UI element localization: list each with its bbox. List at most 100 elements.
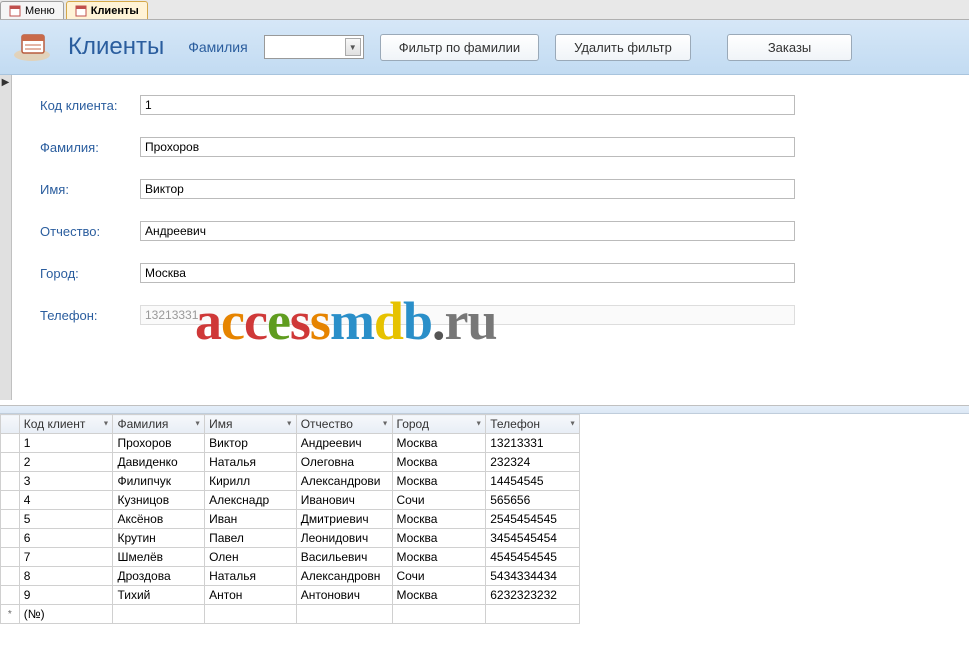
cell-name[interactable]: Антон	[205, 586, 297, 605]
cell-surname[interactable]: Крутин	[113, 529, 205, 548]
cell-patronymic[interactable]: Олеговна	[296, 453, 392, 472]
cell-surname[interactable]: Аксёнов	[113, 510, 205, 529]
cell-phone[interactable]: 14454545	[486, 472, 580, 491]
row-selector[interactable]	[1, 529, 20, 548]
chevron-down-icon: ▼	[286, 421, 293, 428]
cell-name[interactable]: Виктор	[205, 434, 297, 453]
surname-combo[interactable]: ▼	[264, 35, 364, 59]
cell-id[interactable]: 8	[19, 567, 113, 586]
id-field[interactable]	[140, 95, 795, 115]
cell-city[interactable]: Москва	[392, 434, 486, 453]
table-row[interactable]: 9ТихийАнтонАнтоновичМосква6232323232	[1, 586, 580, 605]
cell-patronymic[interactable]: Александровн	[296, 567, 392, 586]
cell-id[interactable]: 7	[19, 548, 113, 567]
cell-id[interactable]: 3	[19, 472, 113, 491]
cell-city[interactable]: Сочи	[392, 567, 486, 586]
name-field[interactable]	[140, 179, 795, 199]
cell-name[interactable]: Павел	[205, 529, 297, 548]
patronymic-field[interactable]	[140, 221, 795, 241]
cell-city[interactable]: Москва	[392, 472, 486, 491]
table-row[interactable]: 7ШмелёвОленВасильевичМосква4545454545	[1, 548, 580, 567]
datasheet-splitter[interactable]	[0, 406, 969, 414]
cell-patronymic[interactable]: Дмитриевич	[296, 510, 392, 529]
table-row[interactable]: 4КузницовАлекснадрИвановичСочи565656	[1, 491, 580, 510]
cell-id[interactable]: 6	[19, 529, 113, 548]
label-phone: Телефон:	[40, 308, 140, 323]
cell-id[interactable]: 4	[19, 491, 113, 510]
col-header-patronymic[interactable]: Отчество▼	[296, 415, 392, 434]
cell-id[interactable]: (№)	[19, 605, 113, 624]
cell-patronymic[interactable]: Андреевич	[296, 434, 392, 453]
new-row[interactable]: *(№)	[1, 605, 580, 624]
row-selector[interactable]	[1, 510, 20, 529]
cell-surname[interactable]: Шмелёв	[113, 548, 205, 567]
cell-city[interactable]: Москва	[392, 529, 486, 548]
col-header-id[interactable]: Код клиент▼	[19, 415, 113, 434]
cell-id[interactable]: 2	[19, 453, 113, 472]
cell-patronymic[interactable]: Иванович	[296, 491, 392, 510]
row-selector[interactable]	[1, 491, 20, 510]
select-all-cell[interactable]	[1, 415, 20, 434]
cell-city[interactable]: Сочи	[392, 491, 486, 510]
table-row[interactable]: 8ДроздоваНатальяАлександровнСочи54343344…	[1, 567, 580, 586]
cell-phone[interactable]: 232324	[486, 453, 580, 472]
row-selector[interactable]	[1, 567, 20, 586]
row-selector[interactable]	[1, 472, 20, 491]
cell-city[interactable]: Москва	[392, 586, 486, 605]
cell-name[interactable]: Иван	[205, 510, 297, 529]
cell-surname[interactable]: Кузницов	[113, 491, 205, 510]
tab-menu[interactable]: Меню	[0, 1, 64, 19]
cell-surname[interactable]: Прохоров	[113, 434, 205, 453]
col-header-city[interactable]: Город▼	[392, 415, 486, 434]
table-row[interactable]: 2ДавиденкоНатальяОлеговнаМосква232324	[1, 453, 580, 472]
table-row[interactable]: 3ФилипчукКириллАлександровиМосква1445454…	[1, 472, 580, 491]
cell-phone[interactable]: 4545454545	[486, 548, 580, 567]
cell-patronymic[interactable]: Антонович	[296, 586, 392, 605]
row-selector[interactable]	[1, 548, 20, 567]
tab-clients[interactable]: Клиенты	[66, 1, 148, 19]
phone-field[interactable]	[140, 305, 795, 325]
row-selector[interactable]	[1, 586, 20, 605]
cell-patronymic[interactable]: Александрови	[296, 472, 392, 491]
detail-form: Код клиента: Фамилия: Имя: Отчество: Гор…	[0, 75, 969, 357]
table-row[interactable]: 5АксёновИванДмитриевичМосква2545454545	[1, 510, 580, 529]
cell-surname[interactable]: Дроздова	[113, 567, 205, 586]
orders-button[interactable]: Заказы	[727, 34, 852, 61]
cell-phone[interactable]: 13213331	[486, 434, 580, 453]
cell-id[interactable]: 5	[19, 510, 113, 529]
cell-phone[interactable]: 6232323232	[486, 586, 580, 605]
cell-surname[interactable]: Давиденко	[113, 453, 205, 472]
cell-city[interactable]: Москва	[392, 453, 486, 472]
tab-label: Меню	[25, 5, 55, 17]
new-row-indicator: *	[1, 605, 20, 624]
cell-phone[interactable]: 3454545454	[486, 529, 580, 548]
surname-field[interactable]	[140, 137, 795, 157]
row-selector[interactable]	[1, 453, 20, 472]
cell-patronymic[interactable]: Васильевич	[296, 548, 392, 567]
cell-id[interactable]: 9	[19, 586, 113, 605]
cell-phone[interactable]: 565656	[486, 491, 580, 510]
table-row[interactable]: 6КрутинПавелЛеонидовичМосква3454545454	[1, 529, 580, 548]
cell-name[interactable]: Кирилл	[205, 472, 297, 491]
cell-name[interactable]: Наталья	[205, 453, 297, 472]
cell-surname[interactable]: Филипчук	[113, 472, 205, 491]
filter-by-surname-button[interactable]: Фильтр по фамилии	[380, 34, 539, 61]
col-header-surname[interactable]: Фамилия▼	[113, 415, 205, 434]
form-icon	[9, 5, 21, 17]
cell-id[interactable]: 1	[19, 434, 113, 453]
city-field[interactable]	[140, 263, 795, 283]
col-header-name[interactable]: Имя▼	[205, 415, 297, 434]
row-selector[interactable]	[1, 434, 20, 453]
clear-filter-button[interactable]: Удалить фильтр	[555, 34, 691, 61]
cell-name[interactable]: Олен	[205, 548, 297, 567]
cell-phone[interactable]: 5434334434	[486, 567, 580, 586]
cell-surname[interactable]: Тихий	[113, 586, 205, 605]
cell-city[interactable]: Москва	[392, 510, 486, 529]
cell-patronymic[interactable]: Леонидович	[296, 529, 392, 548]
cell-city[interactable]: Москва	[392, 548, 486, 567]
cell-name[interactable]: Алекснадр	[205, 491, 297, 510]
col-header-phone[interactable]: Телефон▼	[486, 415, 580, 434]
table-row[interactable]: 1ПрохоровВикторАндреевичМосква13213331	[1, 434, 580, 453]
cell-name[interactable]: Наталья	[205, 567, 297, 586]
cell-phone[interactable]: 2545454545	[486, 510, 580, 529]
